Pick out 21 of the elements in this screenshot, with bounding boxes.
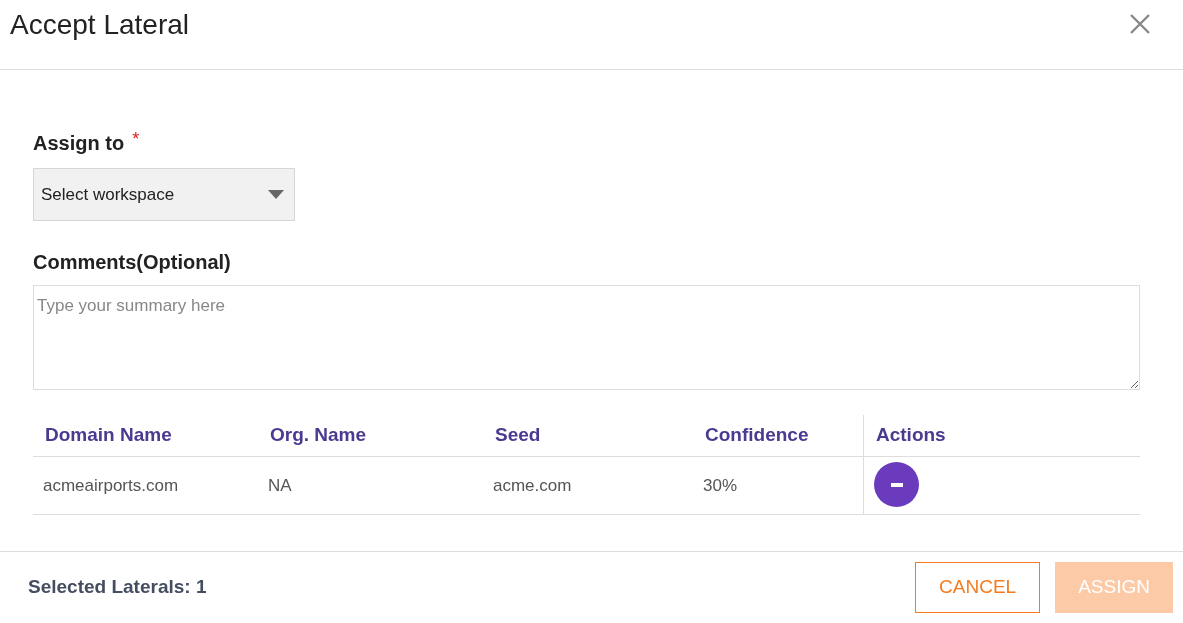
table-cell-text: acme.com	[493, 474, 572, 497]
table-cell-text: 30%	[703, 474, 738, 497]
comments-field[interactable]: Type your summary here	[33, 285, 1140, 390]
table-cell-text: acmeairports.com	[43, 474, 179, 497]
cancel-button[interactable]: CANCEL	[915, 562, 1041, 613]
table-cell-text: NA	[268, 474, 292, 497]
column-header: Actions	[876, 423, 946, 448]
column-header: Org. Name	[270, 423, 367, 448]
required-mark: *	[132, 128, 140, 151]
minus-icon	[890, 482, 903, 487]
workspace-dropdown[interactable]: Select workspace	[33, 168, 295, 221]
field-label: Comments(Optional)	[33, 250, 232, 275]
selected-count: Selected Laterals: 1	[28, 575, 207, 600]
dialog-title: Accept Lateral	[10, 8, 189, 42]
column-header: Seed	[495, 423, 541, 448]
column-header: Confidence	[705, 423, 809, 448]
column-header: Domain Name	[45, 423, 172, 448]
remove-button[interactable]	[874, 462, 919, 507]
field-label: Assign to	[33, 130, 125, 156]
close-icon[interactable]	[1129, 13, 1151, 35]
caret-icon	[268, 190, 284, 199]
